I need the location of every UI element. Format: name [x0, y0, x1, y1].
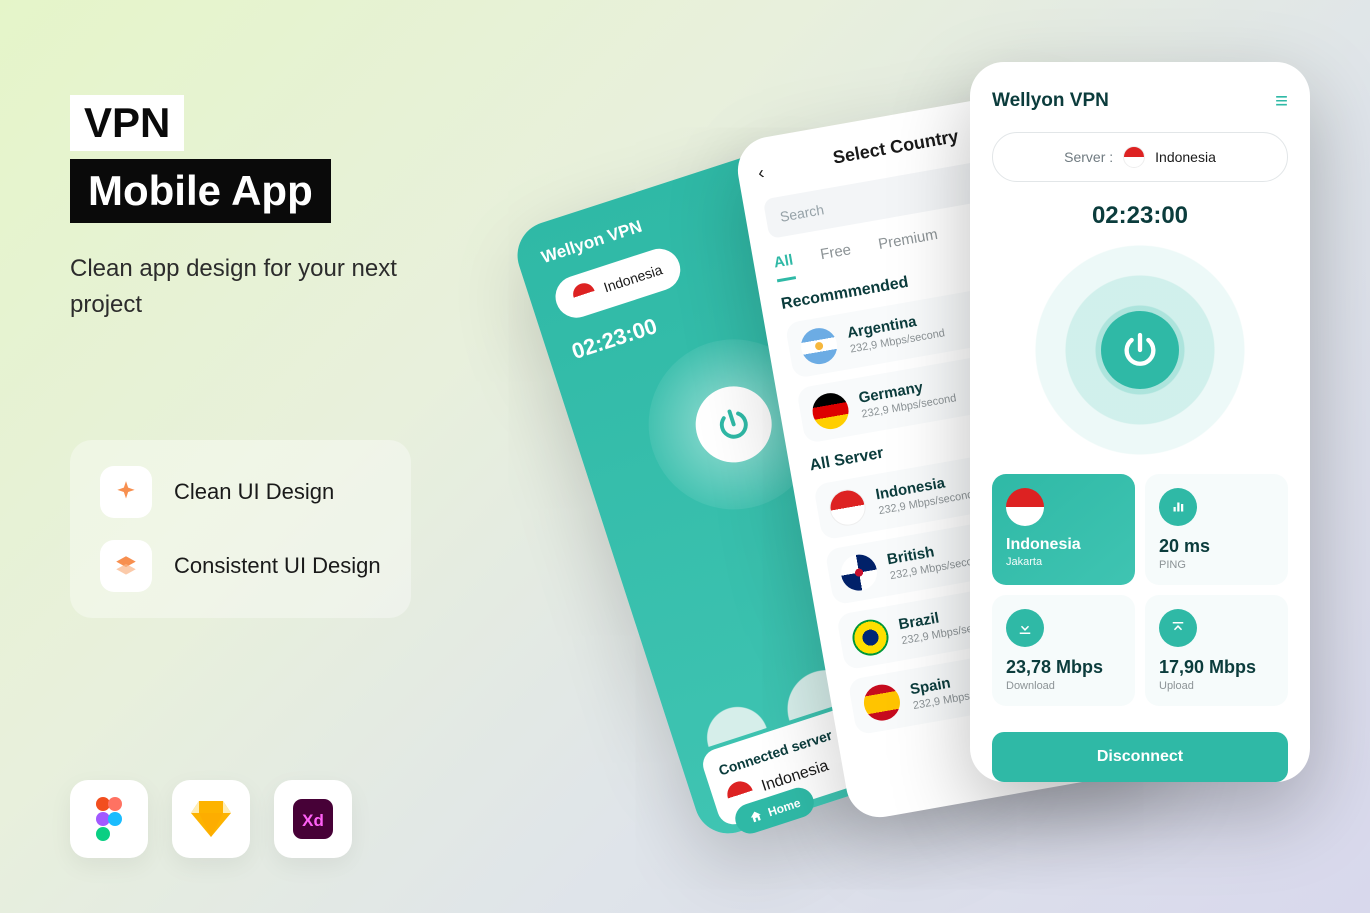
upload-value: 17,90 Mbps: [1159, 657, 1274, 678]
sketch-icon: [172, 780, 250, 858]
card-ping: 20 ms PING: [1145, 474, 1288, 585]
session-timer: 02:23:00: [992, 202, 1288, 230]
xd-icon: Xd: [274, 780, 352, 858]
flag-id-icon: [570, 280, 598, 308]
ping-value: 20 ms: [1159, 536, 1274, 557]
app-title: Wellyon VPN: [992, 90, 1109, 112]
flag-id-icon: [1006, 488, 1044, 526]
hero-title-2: Mobile App: [70, 159, 331, 223]
tab-all[interactable]: All: [773, 251, 797, 282]
flag-id-icon: [827, 487, 869, 529]
server-country: Indonesia: [1155, 149, 1216, 165]
power-rings: [1030, 240, 1250, 460]
flag-ar-icon: [798, 325, 840, 367]
figma-icon: [70, 780, 148, 858]
download-label: Download: [1006, 680, 1121, 692]
flag-br-icon: [850, 617, 892, 659]
upload-icon: [1159, 609, 1197, 647]
menu-icon[interactable]: ≡: [1275, 88, 1288, 114]
location-name: Indonesia: [1006, 536, 1121, 554]
flag-id-icon: [1123, 146, 1145, 168]
download-icon: [1006, 609, 1044, 647]
tool-icons-row: Xd: [70, 780, 352, 858]
location-city: Jakarta: [1006, 556, 1121, 568]
sparkle-icon: [100, 466, 152, 518]
svg-text:Xd: Xd: [302, 811, 324, 830]
flag-uk-icon: [838, 552, 880, 594]
card-location[interactable]: Indonesia Jakarta: [992, 474, 1135, 585]
features-panel: Clean UI Design Consistent UI Design: [70, 440, 411, 618]
power-button[interactable]: [1101, 311, 1179, 389]
server-selector[interactable]: Server : Indonesia: [992, 132, 1288, 182]
phone-screen-main: Wellyon VPN ≡ Server : Indonesia 02:23:0…: [970, 62, 1310, 782]
power-button[interactable]: [686, 376, 782, 472]
feature-2-label: Consistent UI Design: [174, 553, 381, 579]
hero-subtitle: Clean app design for your next project: [70, 251, 470, 323]
layers-icon: [100, 540, 152, 592]
server-country: Indonesia: [602, 261, 665, 295]
feature-1-label: Clean UI Design: [174, 479, 334, 505]
server-label: Server :: [1064, 149, 1113, 165]
card-upload: 17,90 Mbps Upload: [1145, 595, 1288, 706]
tab-free[interactable]: Free: [819, 241, 854, 274]
flag-de-icon: [810, 390, 852, 432]
ping-label: PING: [1159, 559, 1274, 571]
tab-premium[interactable]: Premium: [877, 226, 941, 264]
download-value: 23,78 Mbps: [1006, 657, 1121, 678]
disconnect-button[interactable]: Disconnect: [992, 732, 1288, 782]
card-download: 23,78 Mbps Download: [992, 595, 1135, 706]
flag-es-icon: [861, 682, 903, 724]
hero-section: VPN Mobile App Clean app design for your…: [70, 95, 470, 323]
phone-mockups: Wellyon VPN Indonesia 02:23:00 Connected…: [570, 0, 1370, 913]
upload-label: Upload: [1159, 680, 1274, 692]
signal-icon: [1159, 488, 1197, 526]
hero-title-1: VPN: [70, 95, 184, 151]
